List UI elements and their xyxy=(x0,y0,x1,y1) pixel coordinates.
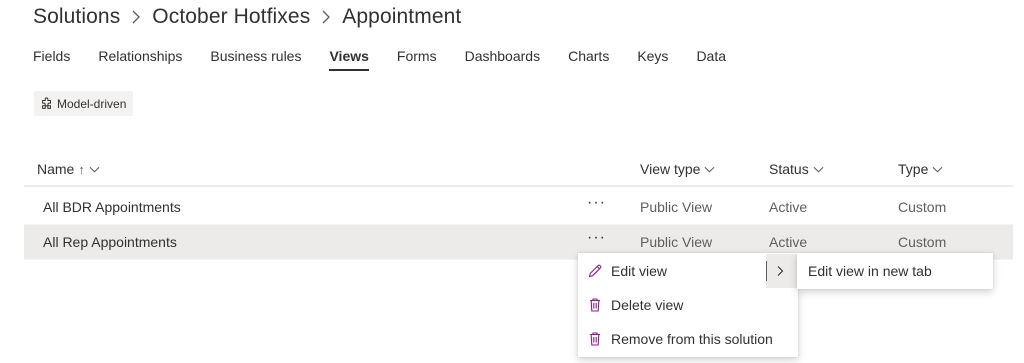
chevron-down-icon xyxy=(700,164,715,175)
chevron-down-icon xyxy=(928,164,943,175)
breadcrumb-solution-name[interactable]: October Hotfixes xyxy=(152,5,310,29)
column-header-type-label: Type xyxy=(898,161,929,177)
tab-views[interactable]: Views xyxy=(329,44,370,71)
row-status: Active xyxy=(769,234,808,250)
tab-relationships[interactable]: Relationships xyxy=(98,44,182,70)
chip-label: Model-driven xyxy=(57,96,127,111)
tab-keys[interactable]: Keys xyxy=(637,44,668,70)
chevron-right-icon xyxy=(767,265,785,277)
more-options-button[interactable]: ··· xyxy=(587,229,606,247)
pencil-icon xyxy=(587,263,603,279)
tab-forms[interactable]: Forms xyxy=(397,44,437,70)
delete-view-menu-item[interactable]: Delete view xyxy=(578,288,798,322)
column-header-name[interactable]: Name ↑ xyxy=(37,161,100,177)
column-header-view-type[interactable]: View type xyxy=(640,161,715,177)
column-header-name-label: Name xyxy=(37,161,75,177)
edit-view-label: Edit view xyxy=(611,263,668,279)
column-header-type[interactable]: Type xyxy=(898,161,943,177)
edit-view-menu-item[interactable]: Edit view xyxy=(578,254,798,288)
row-name[interactable]: All BDR Appointments xyxy=(43,199,181,215)
column-header-status-label: Status xyxy=(769,161,809,177)
breadcrumb-solutions[interactable]: Solutions xyxy=(33,5,120,29)
column-header-status[interactable]: Status xyxy=(769,161,824,177)
tab-fields[interactable]: Fields xyxy=(33,44,70,70)
tab-bar: Fields Relationships Business rules View… xyxy=(33,44,754,72)
remove-from-solution-label: Remove from this solution xyxy=(611,331,773,347)
grid-header: Name ↑ View type Status Type xyxy=(24,155,1013,187)
tab-data[interactable]: Data xyxy=(696,44,726,70)
chevron-right-icon xyxy=(130,10,142,24)
row-view-type: Public View xyxy=(640,199,713,215)
trash-icon xyxy=(587,297,603,313)
chevron-down-icon xyxy=(85,164,100,175)
context-menu: Edit view Delete view Remove from this s… xyxy=(578,253,798,357)
tab-business-rules[interactable]: Business rules xyxy=(210,44,301,70)
trash-icon xyxy=(587,331,603,347)
chevron-right-icon xyxy=(320,10,332,24)
chevron-down-icon xyxy=(809,164,824,175)
puzzle-icon xyxy=(40,96,57,111)
open-submenu-button[interactable] xyxy=(766,254,798,288)
breadcrumb: Solutions October Hotfixes Appointment xyxy=(33,3,461,31)
row-type: Custom xyxy=(898,199,947,215)
model-driven-chip[interactable]: Model-driven xyxy=(34,91,134,116)
column-header-view-type-label: View type xyxy=(640,161,701,177)
row-type: Custom xyxy=(898,234,947,250)
edit-view-in-new-tab-menu-item[interactable]: Edit view in new tab xyxy=(797,253,993,289)
tab-dashboards[interactable]: Dashboards xyxy=(465,44,541,70)
page-title: Appointment xyxy=(342,5,462,28)
row-status: Active xyxy=(769,199,808,215)
tab-charts[interactable]: Charts xyxy=(568,44,609,70)
row-name[interactable]: All Rep Appointments xyxy=(43,234,177,250)
edit-view-in-new-tab-label: Edit view in new tab xyxy=(808,263,932,279)
table-row[interactable]: All BDR Appointments ··· Public View Act… xyxy=(24,190,1013,225)
row-view-type: Public View xyxy=(640,234,713,250)
delete-view-label: Delete view xyxy=(611,297,684,313)
remove-from-solution-menu-item[interactable]: Remove from this solution xyxy=(578,322,798,356)
more-options-button[interactable]: ··· xyxy=(587,194,606,212)
